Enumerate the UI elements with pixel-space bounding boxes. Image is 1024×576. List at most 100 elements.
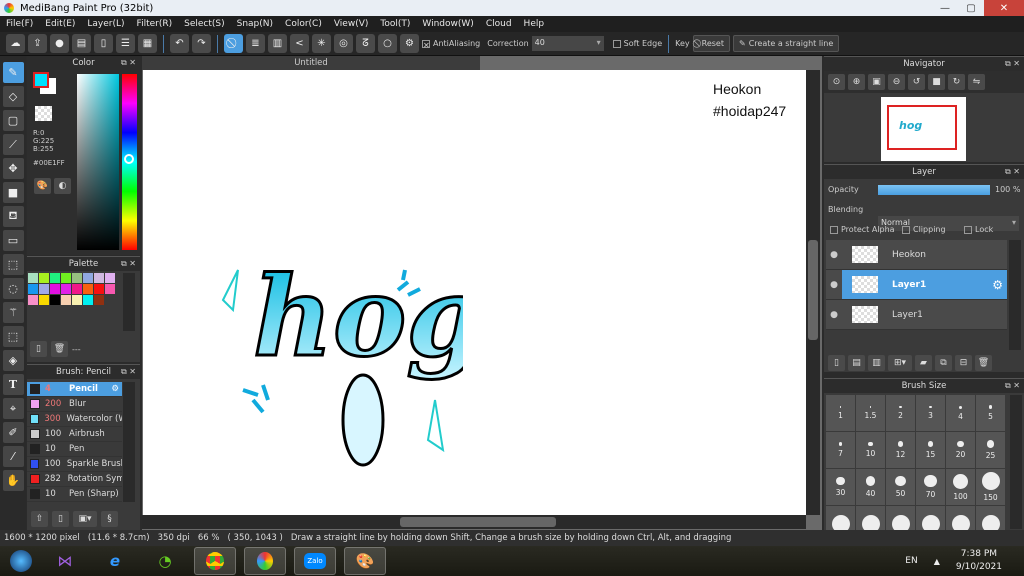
blending-select[interactable]: Normal — [878, 216, 1019, 231]
brush-size-cell[interactable]: 1.5 — [856, 395, 885, 431]
palette-swatch[interactable] — [61, 273, 71, 283]
palette-swatch[interactable] — [61, 295, 71, 305]
maximize-button[interactable]: ▢ — [958, 0, 984, 16]
canvas[interactable]: Heokon #hoidap247 hog — [143, 70, 806, 515]
start-button-icon[interactable] — [6, 547, 36, 575]
share-icon[interactable]: ⇪ — [28, 34, 47, 53]
zoom-actual-icon[interactable]: ⊙ — [828, 74, 845, 90]
color-history-icon[interactable]: ◐ — [54, 178, 71, 194]
brush-item[interactable]: 100 Airbrush — [27, 427, 122, 442]
clock[interactable]: 7:38 PM 9/10/2021 — [956, 548, 1002, 574]
zoom-in-icon[interactable]: ⊕ — [848, 74, 865, 90]
medibang-icon[interactable] — [244, 547, 286, 575]
brush-size-cell[interactable]: 7 — [826, 432, 855, 468]
palette-swatch[interactable] — [83, 295, 93, 305]
add-layer-menu-icon[interactable]: ⊞▾ — [888, 355, 912, 371]
page-list-icon[interactable]: ☰ — [116, 34, 135, 53]
palette-scrollbar[interactable] — [123, 273, 135, 331]
brush-item[interactable]: 100 Sparkle Brush — [27, 457, 122, 472]
menu-filter[interactable]: Filter(R) — [137, 19, 173, 29]
panel-close-icon[interactable]: ⧉ ✕ — [121, 257, 136, 271]
select-tool-icon[interactable]: ⬚ — [2, 254, 24, 275]
antialiasing-checkbox[interactable]: ✕ — [422, 39, 430, 50]
brush-size-cell[interactable]: 20 — [946, 432, 975, 468]
brush-options-icon[interactable]: ▣▾ — [73, 511, 97, 527]
vector-tool-icon[interactable]: ⟋ — [2, 134, 24, 155]
brush-size-cell[interactable]: 1 — [826, 395, 855, 431]
eyedropper-tool-icon[interactable]: ⁄ — [2, 446, 24, 467]
lock-checkbox[interactable] — [964, 225, 972, 234]
visual-studio-icon[interactable]: ⋈ — [44, 547, 86, 575]
brush-size-cell[interactable]: 5 — [976, 395, 1005, 431]
fit-icon[interactable]: ▣ — [868, 74, 885, 90]
brush-size-scrollbar[interactable] — [1010, 395, 1022, 529]
perspective-snap-icon[interactable]: < — [290, 34, 309, 53]
paint-icon[interactable]: 🎨 — [344, 547, 386, 575]
materials-icon[interactable]: ▦ — [138, 34, 157, 53]
brush-size-cell[interactable]: 30 — [826, 469, 855, 505]
brush-size-cell[interactable]: 4 — [946, 395, 975, 431]
chrome-icon[interactable] — [194, 547, 236, 575]
brush-item[interactable]: 282 Rotation Sym — [27, 472, 122, 487]
horizontal-scroll-thumb[interactable] — [400, 517, 556, 527]
magic-wand-tool-icon[interactable]: ⚚ — [2, 302, 24, 323]
rotate-right-icon[interactable]: ↻ — [948, 74, 965, 90]
cloud-icon[interactable]: ☁ — [6, 34, 25, 53]
curve-snap-icon[interactable]: ᘔ — [356, 34, 375, 53]
lasso-tool-icon[interactable]: ◌ — [2, 278, 24, 299]
rotate-left-icon[interactable]: ↺ — [908, 74, 925, 90]
language-indicator[interactable]: EN — [905, 556, 917, 566]
ellipse-snap-icon[interactable]: ○ — [378, 34, 397, 53]
menu-window[interactable]: Window(W) — [422, 19, 473, 29]
snap-off-icon[interactable]: ⃠ — [224, 34, 243, 53]
close-button[interactable]: ✕ — [984, 0, 1024, 16]
reset-button[interactable]: ⃠Reset — [692, 35, 730, 52]
panel-close-icon[interactable]: ⧉ ✕ — [121, 56, 136, 70]
foreground-color-swatch[interactable] — [33, 72, 49, 88]
brush-settings-icon[interactable]: § — [101, 511, 118, 527]
new-halftone-layer-icon[interactable]: ▤ — [848, 355, 865, 371]
new-layer-icon[interactable]: ▯ — [828, 355, 845, 371]
palette-swatch[interactable] — [94, 273, 104, 283]
opacity-slider[interactable] — [878, 185, 990, 195]
add-brush-icon[interactable]: ▯ — [52, 511, 69, 527]
zalo-icon[interactable]: Zalo — [294, 547, 336, 575]
cloud-brush-icon[interactable]: ⇧ — [31, 511, 48, 527]
flip-icon[interactable]: ⇋ — [968, 74, 985, 90]
select-pen-tool-icon[interactable]: ⬚ — [2, 326, 24, 347]
hue-handle[interactable] — [124, 154, 134, 164]
brush-size-cell[interactable]: 40 — [856, 469, 885, 505]
menu-view[interactable]: View(V) — [334, 19, 369, 29]
color-wheel-icon[interactable]: 🎨 — [34, 178, 51, 194]
panel-close-icon[interactable]: ⧉ ✕ — [1005, 165, 1020, 179]
tab-untitled[interactable]: Untitled — [142, 56, 480, 70]
palette-swatch[interactable] — [28, 284, 38, 294]
delete-palette-icon[interactable]: 🗑 — [51, 341, 68, 357]
brush-item[interactable]: 200 Blur — [27, 397, 122, 412]
brush-size-cell[interactable]: 50 — [886, 469, 915, 505]
visibility-toggle-icon[interactable]: ● — [826, 310, 842, 320]
saturation-value-picker[interactable] — [77, 74, 119, 250]
palette-swatch[interactable] — [94, 295, 104, 305]
palette-swatch[interactable] — [28, 295, 38, 305]
visibility-toggle-icon[interactable]: ● — [826, 250, 842, 260]
layer-settings-gear-icon[interactable]: ⚙ — [992, 278, 1003, 292]
palette-swatch[interactable] — [39, 295, 49, 305]
panel-close-icon[interactable]: ⧉ ✕ — [121, 365, 136, 379]
menu-cloud[interactable]: Cloud — [486, 19, 512, 29]
eraser-tool-icon[interactable]: ◇ — [2, 86, 24, 107]
palette-swatch[interactable] — [72, 273, 82, 283]
palette-swatch[interactable] — [72, 284, 82, 294]
brush-scrollbar[interactable] — [123, 382, 135, 502]
brush-size-cell[interactable]: 25 — [976, 432, 1005, 468]
brush-item[interactable]: 10 Pen — [27, 442, 122, 457]
vertical-scrollbar[interactable] — [806, 70, 820, 515]
undo-icon[interactable]: ↶ — [170, 34, 189, 53]
redo-icon[interactable]: ↷ — [192, 34, 211, 53]
menu-tool[interactable]: Tool(T) — [380, 19, 410, 29]
divide-tool-icon[interactable]: ✐ — [2, 422, 24, 443]
bucket-tool-icon[interactable]: ⛾ — [2, 206, 24, 227]
palette-swatch[interactable] — [72, 295, 82, 305]
brush-size-cell[interactable]: 10 — [856, 432, 885, 468]
palette-swatch[interactable] — [105, 273, 115, 283]
